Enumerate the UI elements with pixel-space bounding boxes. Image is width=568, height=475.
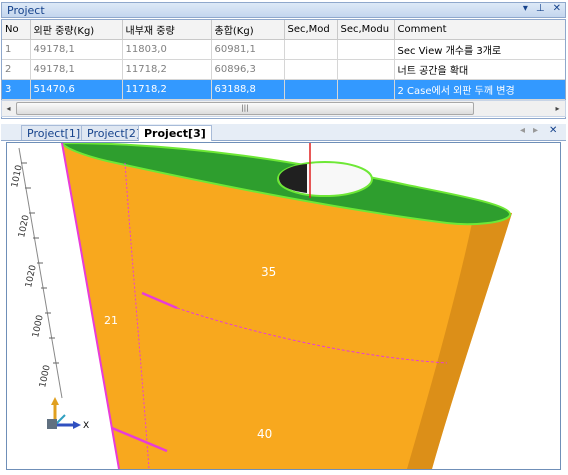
pane-menu-icon[interactable]: ▾ xyxy=(523,3,528,14)
cell-total[interactable]: 60896,3 xyxy=(211,59,285,80)
table-row[interactable]: 2 49178,1 11718,2 60896,3 너트 공간을 확대 xyxy=(2,59,565,80)
pane-pin-icon[interactable]: ⊥ xyxy=(536,3,545,14)
cell-no[interactable]: 1 xyxy=(2,39,31,60)
col-header-comment[interactable]: Comment xyxy=(394,20,565,40)
ruler-label: 1020 xyxy=(24,264,39,289)
cell-comment[interactable]: Sec View 개수를 3개로 xyxy=(394,39,565,60)
col-header-total[interactable]: 총합(Kg) xyxy=(211,20,285,40)
tab-project-3[interactable]: Project[3] xyxy=(138,125,212,141)
cell-no[interactable]: 3 xyxy=(2,79,31,100)
project-table: No 외판 중량(Kg) 내부재 중량 총합(Kg) Sec,Mod Sec,M… xyxy=(2,20,565,100)
scroll-right-icon[interactable]: ▸ xyxy=(552,103,563,114)
table-row-selected[interactable]: 3 51470,6 11718,2 63188,8 2 Case에서 외판 두께… xyxy=(2,79,565,100)
cell-total[interactable]: 60981,1 xyxy=(211,39,285,60)
col-header-shell-weight[interactable]: 외판 중량(Kg) xyxy=(30,20,123,40)
tab-next-icon[interactable]: ▸ xyxy=(533,125,538,136)
ruler-line xyxy=(18,147,63,399)
pane-title: Project xyxy=(7,4,45,17)
cell-secmodu[interactable] xyxy=(337,39,395,60)
cell-inner-weight[interactable]: 11718,2 xyxy=(122,59,212,80)
model-render: 1010 1020 1020 1000 1000 35 21 40 X xyxy=(10,143,512,469)
ruler-label: 1000 xyxy=(31,314,46,339)
face-label: 40 xyxy=(257,427,272,441)
face-label: 21 xyxy=(104,314,118,327)
tab-project-1[interactable]: Project[1] xyxy=(21,125,87,140)
cell-shell-weight[interactable]: 49178,1 xyxy=(30,39,123,60)
axis-x-label: X xyxy=(83,421,89,431)
cell-secmod[interactable] xyxy=(284,79,338,100)
project-pane-header: Project ▾ ⊥ ✕ xyxy=(1,2,566,18)
cell-secmod[interactable] xyxy=(284,39,338,60)
tab-prev-icon[interactable]: ◂ xyxy=(520,125,525,136)
grid-horizontal-scrollbar[interactable]: ◂ ||| ▸ xyxy=(1,100,566,117)
cell-total[interactable]: 63188,8 xyxy=(211,79,285,100)
ruler-label: 1010 xyxy=(10,164,25,189)
table-row[interactable]: 1 49178,1 11803,0 60981,1 Sec View 개수를 3… xyxy=(2,39,565,60)
col-header-secmodu[interactable]: Sec,Modu xyxy=(337,20,395,40)
cell-secmodu[interactable] xyxy=(337,59,395,80)
col-header-no[interactable]: No xyxy=(2,20,31,40)
cell-comment[interactable]: 너트 공간을 확대 xyxy=(394,59,565,80)
model-3d-viewport[interactable]: 1010 1020 1020 1000 1000 35 21 40 X xyxy=(6,142,561,470)
cell-no[interactable]: 2 xyxy=(2,59,31,80)
axis-triad-icon xyxy=(47,397,81,429)
pane-close-icon[interactable]: ✕ xyxy=(553,3,561,14)
view-tab-strip: Project[1] Project[2] Project[3] ◂ ▸ ✕ xyxy=(1,124,566,141)
header-row: No 외판 중량(Kg) 내부재 중량 총합(Kg) Sec,Mod Sec,M… xyxy=(2,20,565,40)
face-label: 35 xyxy=(261,265,276,279)
col-header-inner-weight[interactable]: 내부재 중량 xyxy=(122,20,212,40)
col-header-secmod[interactable]: Sec,Mod xyxy=(284,20,338,40)
tab-project-2[interactable]: Project[2] xyxy=(81,125,147,140)
cell-secmod[interactable] xyxy=(284,59,338,80)
scrollbar-thumb[interactable]: ||| xyxy=(16,102,474,115)
cell-shell-weight[interactable]: 49178,1 xyxy=(30,59,123,80)
cell-inner-weight[interactable]: 11803,0 xyxy=(122,39,212,60)
pane-controls: ▾ ⊥ ✕ xyxy=(523,3,561,14)
ruler-label: 1000 xyxy=(38,364,53,389)
cell-shell-weight[interactable]: 51470,6 xyxy=(30,79,123,100)
cell-comment[interactable]: 2 Case에서 외판 두께 변경 xyxy=(394,79,565,100)
cell-inner-weight[interactable]: 11718,2 xyxy=(122,79,212,100)
cell-secmodu[interactable] xyxy=(337,79,395,100)
tab-close-icon[interactable]: ✕ xyxy=(549,125,557,136)
ruler-label: 1020 xyxy=(17,214,32,239)
scroll-left-icon[interactable]: ◂ xyxy=(3,103,14,114)
